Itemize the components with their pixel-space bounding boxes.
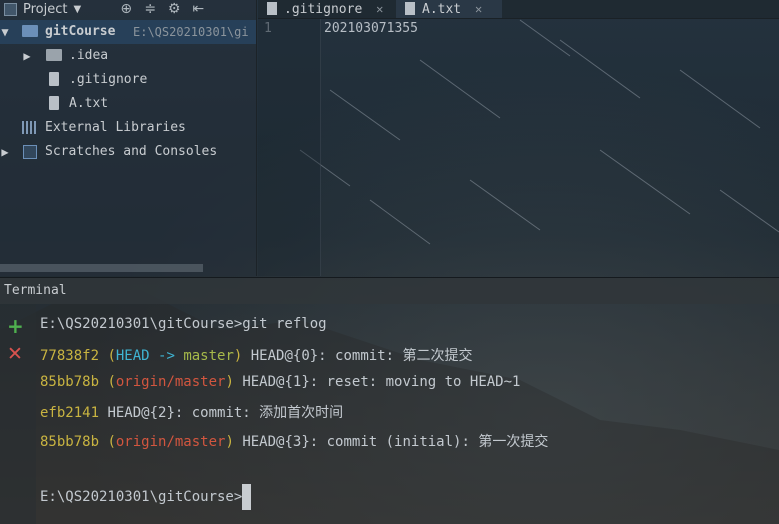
close-icon[interactable]: ✕ [475,2,482,16]
branch-ref: master [183,348,234,364]
tree-item-label: gitCourse [45,24,116,39]
tab-label: A.txt [422,2,462,17]
reflog-line-2: efb2141 HEAD@{2}: commit: 添加首次时间 [40,402,343,422]
terminal-header: Terminal [0,277,779,304]
locate-icon[interactable]: ⊕ [117,1,135,17]
terminal-prompt: E:\QS20210301\gitCourse> [40,489,243,505]
paren-open: ( [99,348,116,364]
paren-open: ( [99,374,116,390]
tree-item-label: A.txt [69,96,109,111]
line-number: 1 [264,21,272,36]
module-folder-icon [22,25,38,37]
paren-close: ) [225,434,234,450]
remote-branch-ref: origin/master [115,374,226,390]
close-session-icon[interactable]: ✕ [7,343,23,365]
tree-item-label: Scratches and Consoles [45,144,218,159]
commit-hash: 85bb78b [40,374,100,390]
tree-item-a-txt[interactable]: A.txt [0,92,256,116]
collapsed-arrow-icon[interactable]: ▶ [0,140,10,164]
reflog-message: HEAD@{2}: commit: 添加首次时间 [99,405,344,421]
hide-panel-icon[interactable]: ⇤ [189,1,207,17]
terminal-prompt-line[interactable]: E:\QS20210301\gitCourse> [40,482,252,512]
tab-gitignore[interactable]: .gitignore ✕ [258,0,396,18]
text-file-icon [49,96,59,110]
editor-content[interactable]: 202103071355 [324,21,418,36]
project-toolbar: Project ▼ ⊕ ≑ ⚙ ⇤ [0,0,256,18]
file-icon [267,2,277,15]
commit-hash: efb2141 [40,405,100,421]
tree-item-idea[interactable]: ▶ .idea [0,44,256,68]
editor-gutter [258,19,321,276]
reflog-message: HEAD@{3}: commit (initial): 第一次提交 [233,434,549,450]
terminal-title[interactable]: Terminal [4,283,67,298]
project-view-title[interactable]: Project [23,2,67,17]
collapse-all-icon[interactable]: ≑ [141,1,159,17]
tree-item-gitcourse[interactable]: ▼ gitCourse E:\QS20210301\gi [0,20,256,44]
paren-close: ) [225,374,234,390]
tree-item-gitignore[interactable]: .gitignore [0,68,256,92]
tree-item-label: External Libraries [45,120,186,135]
tab-label: .gitignore [284,2,363,17]
reflog-line-0: 77838f2 (HEAD -> master) HEAD@{0}: commi… [40,345,472,365]
head-ref: HEAD -> [115,348,184,364]
horizontal-scrollbar[interactable] [0,264,203,272]
editor-tab-bar: .gitignore ✕ A.txt ✕ [258,0,779,19]
project-tree: ▼ gitCourse E:\QS20210301\gi ▶ .idea .gi… [0,20,256,164]
commit-hash: 85bb78b [40,434,100,450]
remote-branch-ref: origin/master [115,434,226,450]
gear-icon[interactable]: ⚙ [165,1,183,17]
scratches-icon [23,145,37,159]
library-icon [22,121,38,134]
reflog-message: HEAD@{1}: reset: moving to HEAD~1 [233,374,521,390]
tree-item-label: .idea [69,48,109,63]
file-icon [49,72,59,86]
tree-item-path: E:\QS20210301\gi [133,25,249,39]
text-file-icon [405,2,415,15]
tree-item-external-libraries[interactable]: External Libraries [0,116,256,140]
expanded-arrow-icon[interactable]: ▼ [0,20,10,44]
collapsed-arrow-icon[interactable]: ▶ [22,44,32,68]
reflog-message: HEAD@{0}: commit: 第二次提交 [242,348,473,364]
folder-icon [46,49,62,61]
text-cursor [242,484,252,510]
paren-open: ( [99,434,116,450]
project-panel: Project ▼ ⊕ ≑ ⚙ ⇤ ▼ gitCourse E:\QS20210… [0,0,257,276]
commit-hash: 77838f2 [40,348,100,364]
chevron-down-icon[interactable]: ▼ [73,4,81,15]
tree-item-scratches[interactable]: ▶ Scratches and Consoles [0,140,256,164]
tree-item-label: .gitignore [69,72,148,87]
terminal-command-line: E:\QS20210301\gitCourse>git reflog [40,316,327,332]
reflog-line-3: 85bb78b (origin/master) HEAD@{3}: commit… [40,431,548,451]
reflog-line-1: 85bb78b (origin/master) HEAD@{1}: reset:… [40,374,520,390]
new-session-icon[interactable]: + [7,314,24,338]
project-view-icon [4,2,17,16]
close-icon[interactable]: ✕ [376,2,383,16]
tab-a-txt[interactable]: A.txt ✕ [396,0,502,18]
